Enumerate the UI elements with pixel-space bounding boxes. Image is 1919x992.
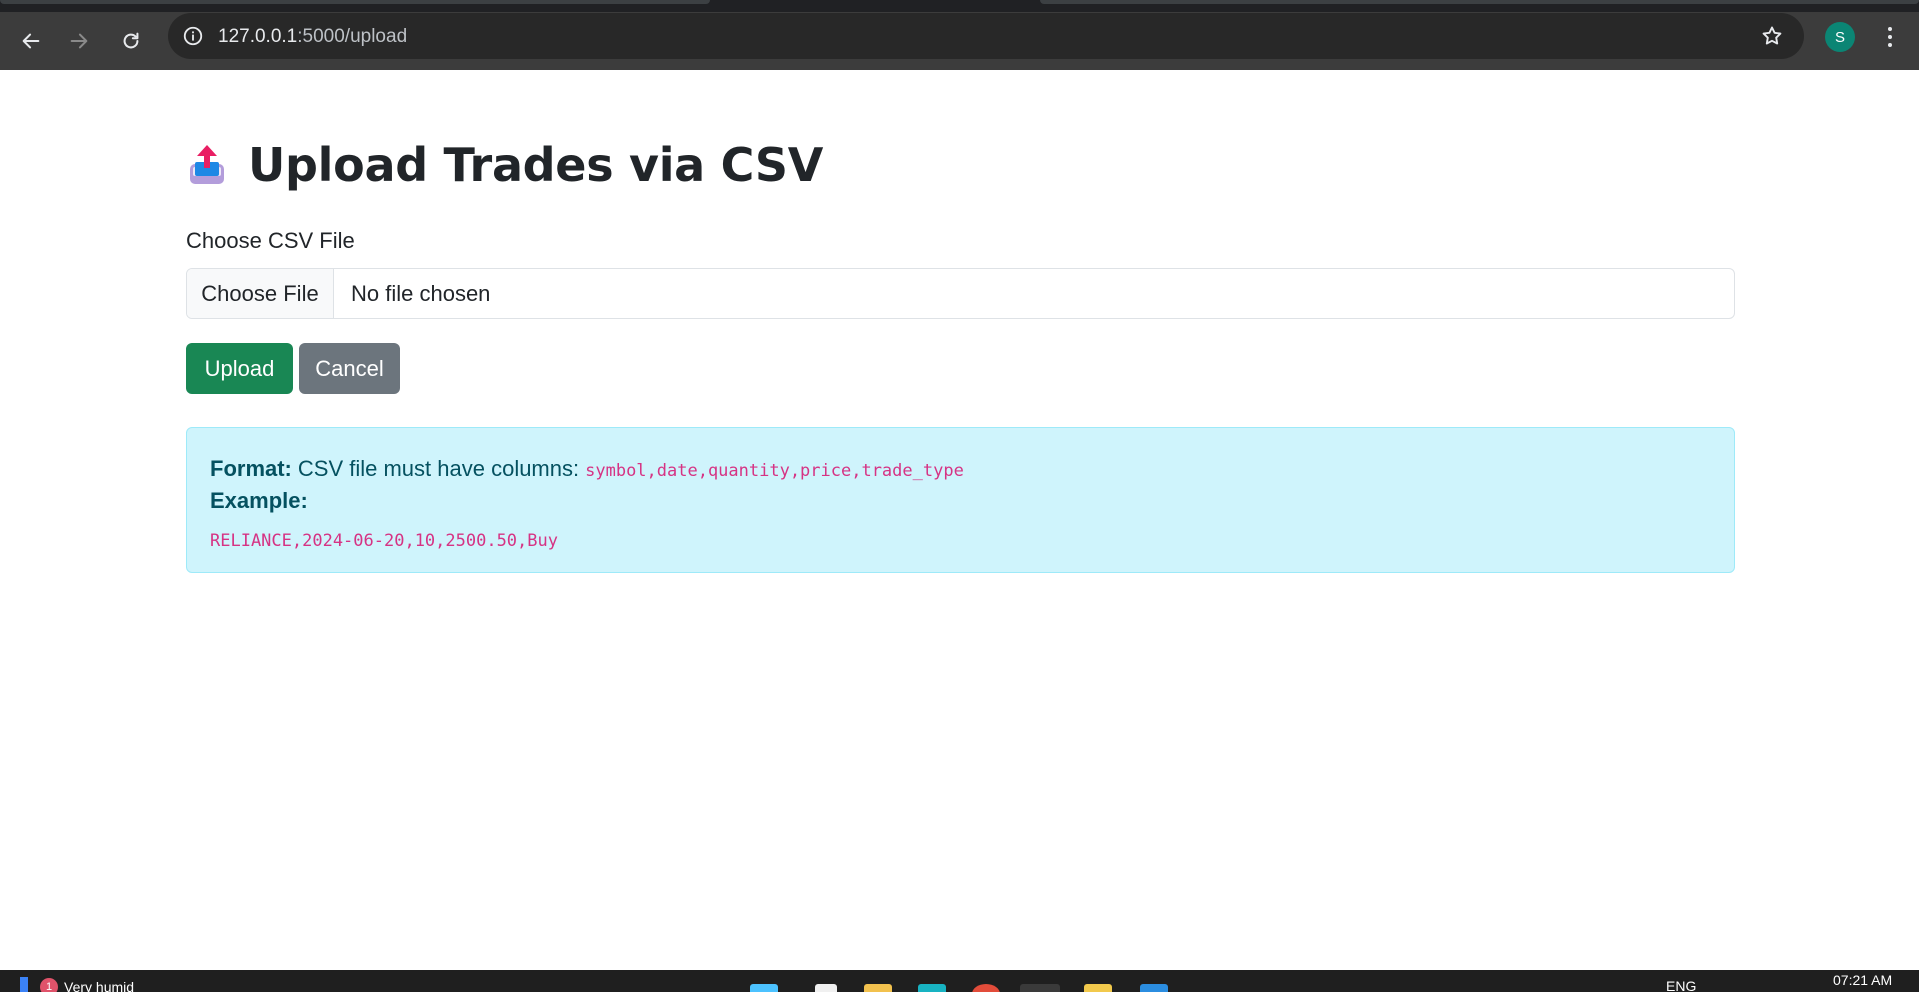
address-bar[interactable]: 127.0.0.1:5000/upload [168, 13, 1804, 59]
bookmark-star-icon[interactable] [1760, 24, 1784, 48]
site-info-icon[interactable] [182, 25, 204, 47]
file-input-label: Choose CSV File [186, 228, 355, 253]
browser-toolbar: 127.0.0.1:5000/upload S [0, 12, 1919, 70]
url-text[interactable]: 127.0.0.1:5000/upload [218, 26, 407, 48]
profile-avatar[interactable]: S [1825, 22, 1855, 52]
example-label: Example: [210, 488, 308, 513]
app-yellow-icon[interactable] [1084, 984, 1112, 992]
tab-left[interactable] [0, 0, 710, 4]
weather-badge: 1 [40, 978, 58, 992]
reload-button[interactable] [114, 24, 148, 58]
columns-code: symbol,date,quantity,price,trade_type [585, 461, 964, 481]
format-label: Format: [210, 456, 292, 481]
format-info-alert: Format: CSV file must have columns: symb… [186, 427, 1735, 573]
store-app-icon[interactable] [918, 984, 946, 992]
weather-widget[interactable]: 1 Very humid [20, 977, 134, 992]
forward-button[interactable] [62, 24, 96, 58]
os-taskbar: 1 Very humid ENG 07:21 AM [0, 970, 1919, 992]
back-button[interactable] [14, 24, 48, 58]
upload-button[interactable]: Upload [186, 343, 293, 394]
page-title: Upload Trades via CSV [248, 138, 824, 192]
outbox-tray-icon [190, 145, 224, 184]
tab-strip [0, 0, 1919, 12]
page-heading: Upload Trades via CSV [186, 138, 823, 192]
app-red-icon[interactable] [972, 984, 1000, 992]
file-status-text: No file chosen [351, 280, 491, 306]
forward-arrow-icon [70, 33, 88, 49]
search-taskbar-icon[interactable] [815, 984, 837, 992]
reload-icon [123, 32, 139, 49]
file-explorer-icon[interactable] [864, 984, 892, 992]
vscode-icon[interactable] [1140, 984, 1168, 992]
format-line: Format: CSV file must have columns: symb… [210, 456, 964, 482]
back-arrow-icon [22, 33, 40, 49]
format-text: CSV file must have columns: [297, 456, 580, 481]
weather-text: Very humid [64, 979, 135, 992]
example-row-line: RELIANCE,2024-06-20,10,2500.50,Buy [210, 526, 558, 552]
browser-menu-icon[interactable] [1876, 22, 1904, 52]
start-menu-icon[interactable] [750, 984, 778, 992]
example-line: Example: [210, 488, 308, 514]
example-row-code: RELIANCE,2024-06-20,10,2500.50,Buy [210, 531, 558, 551]
clock-time[interactable]: 07:21 AM [1833, 972, 1892, 988]
chrome-taskbar-icon[interactable] [1020, 984, 1060, 992]
cancel-button[interactable]: Cancel [299, 343, 400, 394]
page-body: Upload Trades via CSV Choose CSV File Ch… [0, 70, 1919, 970]
choose-file-button[interactable]: Choose File [187, 269, 334, 318]
url-host: 127.0.0.1 [218, 26, 298, 47]
csv-file-input[interactable]: Choose File No file chosen [186, 268, 1735, 319]
weather-icon [20, 977, 28, 992]
tab-right[interactable] [1040, 0, 1919, 4]
language-indicator[interactable]: ENG [1666, 978, 1696, 992]
url-path: :5000/upload [297, 26, 408, 47]
